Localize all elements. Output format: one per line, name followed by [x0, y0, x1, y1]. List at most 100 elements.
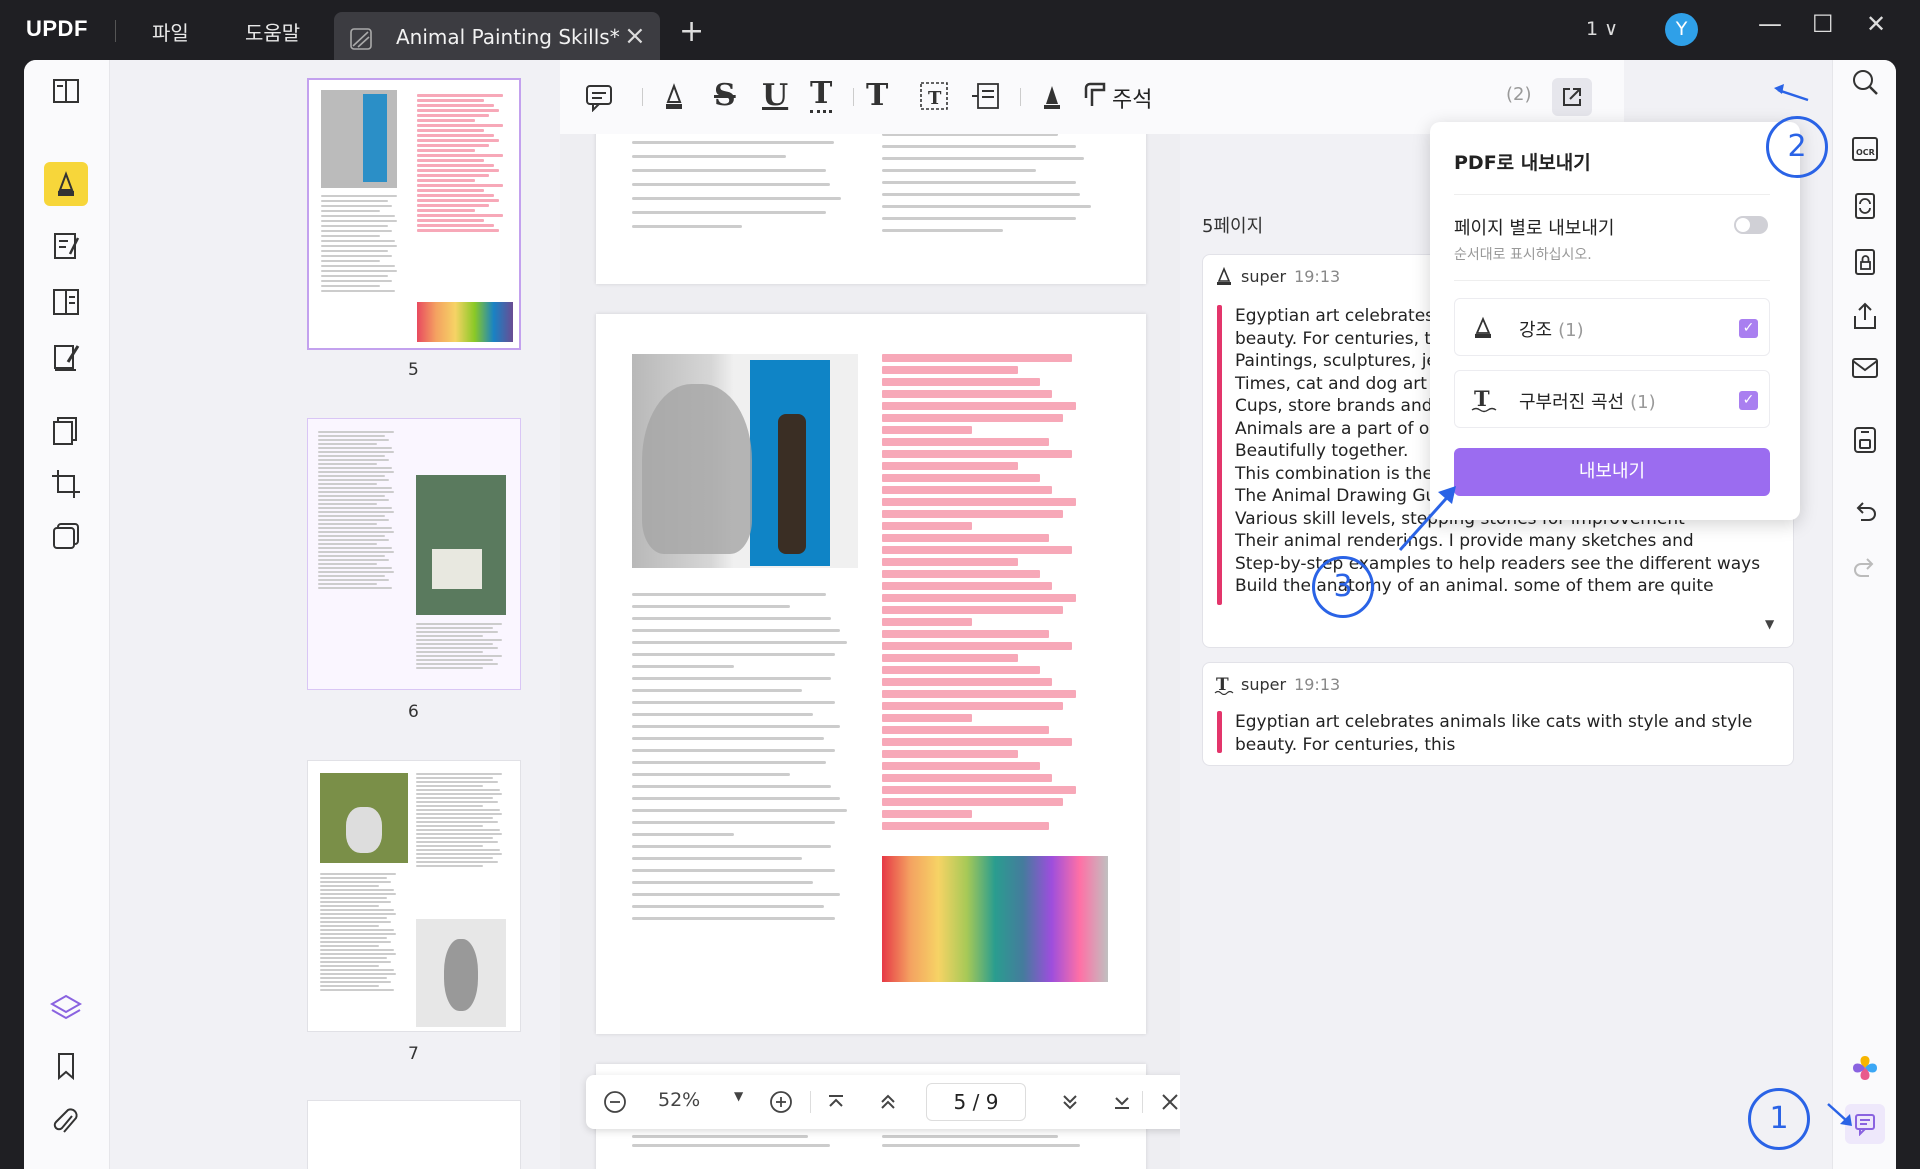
- highlighted-line: [417, 129, 485, 132]
- save-icon[interactable]: [1849, 424, 1881, 456]
- layers-icon[interactable]: [46, 988, 86, 1028]
- option-checkbox[interactable]: ✓: [1739, 319, 1758, 338]
- highlighted-line: [417, 174, 489, 177]
- text-line: [416, 793, 503, 795]
- text-line: [882, 193, 1080, 196]
- text-line: [416, 829, 501, 831]
- text-line: [416, 667, 484, 669]
- highlighted-line: [882, 642, 1072, 650]
- zoom-value[interactable]: 52%: [658, 1089, 700, 1111]
- crop-icon[interactable]: [46, 464, 86, 504]
- option-label: 강조: [1519, 320, 1553, 341]
- highlighted-line: [882, 798, 1063, 806]
- callout-arrow-2: [1774, 84, 1809, 102]
- reader-icon[interactable]: [46, 72, 86, 112]
- comment-count: (2): [1506, 84, 1532, 105]
- text-line: [321, 280, 393, 282]
- text-line: [632, 1144, 830, 1147]
- last-page-icon[interactable]: [1110, 1090, 1134, 1114]
- highlighted-line: [417, 119, 475, 122]
- strikethrough-icon[interactable]: S: [714, 78, 736, 113]
- eraser-icon[interactable]: [1082, 80, 1108, 112]
- protect-icon[interactable]: [1849, 246, 1881, 278]
- layers-copy-icon[interactable]: [46, 516, 86, 556]
- close-zoom-bar-icon[interactable]: [1158, 1090, 1182, 1114]
- menu-file[interactable]: 파일: [152, 17, 189, 46]
- textbox-icon[interactable]: T: [918, 80, 950, 112]
- text-line: [632, 785, 831, 788]
- zoom-out-icon[interactable]: [602, 1089, 628, 1115]
- previous-page-icon[interactable]: [876, 1090, 900, 1114]
- per-page-export-toggle[interactable]: [1734, 216, 1768, 234]
- text-line: [318, 495, 386, 497]
- popup-title: PDF로 내보내기: [1454, 152, 1591, 174]
- thumbnail-page-7[interactable]: [307, 760, 521, 1032]
- maximize-icon[interactable]: ☐: [1812, 10, 1834, 38]
- page-indicator[interactable]: 1 ∨: [1586, 18, 1618, 40]
- undo-icon[interactable]: [1849, 496, 1881, 528]
- highlight-tool-icon[interactable]: [658, 80, 690, 112]
- highlighted-line: [882, 366, 1018, 374]
- attachment-icon[interactable]: [46, 1102, 86, 1142]
- convert-icon[interactable]: [1849, 190, 1881, 222]
- window-close-icon[interactable]: ✕: [1866, 10, 1886, 38]
- ocr-icon[interactable]: OCR: [1849, 132, 1881, 164]
- text-icon[interactable]: T: [866, 78, 888, 113]
- bookmark-icon[interactable]: [46, 1046, 86, 1086]
- thumbnail-page-6[interactable]: [307, 418, 521, 690]
- option-label: 구부러진 곡선: [1519, 392, 1625, 413]
- form-icon[interactable]: [46, 282, 86, 322]
- zoom-dropdown-icon[interactable]: ▼: [734, 1089, 743, 1103]
- highlighted-line: [417, 164, 494, 167]
- avatar[interactable]: Y: [1665, 13, 1698, 46]
- document-tab[interactable]: Animal Painting Skills* ×: [334, 12, 660, 66]
- comment-card-squiggly[interactable]: T super 19:13 Egyptian art celebrates ani…: [1202, 662, 1794, 766]
- note-icon[interactable]: [584, 82, 614, 112]
- minimize-icon[interactable]: —: [1758, 10, 1782, 38]
- text-line: [321, 220, 397, 222]
- highlighted-line: [882, 762, 1041, 770]
- organize-pages-icon[interactable]: [46, 410, 86, 450]
- new-tab-icon[interactable]: +: [679, 14, 704, 49]
- email-icon[interactable]: [1849, 352, 1881, 384]
- text-line: [632, 905, 825, 908]
- option-checkbox[interactable]: ✓: [1739, 391, 1758, 410]
- option-highlight[interactable]: 강조 (1) ✓: [1454, 298, 1770, 356]
- first-page-icon[interactable]: [824, 1090, 848, 1114]
- squiggly-icon[interactable]: T: [810, 78, 833, 113]
- sign-icon[interactable]: [46, 336, 86, 376]
- page-number-field[interactable]: 5 / 9: [926, 1083, 1026, 1121]
- export-button[interactable]: 내보내기: [1454, 448, 1770, 496]
- next-page-icon[interactable]: [1058, 1090, 1082, 1114]
- text-line: [632, 605, 791, 608]
- menu-help[interactable]: 도움말: [245, 17, 300, 46]
- document-view[interactable]: [560, 134, 1180, 1169]
- ai-assistant-icon[interactable]: [1849, 1052, 1881, 1084]
- highlighted-line: [417, 169, 499, 172]
- zoom-in-icon[interactable]: [768, 1089, 794, 1115]
- highlighted-line: [417, 139, 499, 142]
- share-icon[interactable]: [1849, 300, 1881, 332]
- highlighted-line: [417, 159, 485, 162]
- thumbnail-page-5[interactable]: [307, 78, 521, 350]
- edit-pdf-icon[interactable]: [46, 226, 86, 266]
- expand-comment-icon[interactable]: ▼: [1765, 617, 1774, 631]
- pencil-icon[interactable]: [1036, 80, 1068, 112]
- tab-close-icon[interactable]: ×: [624, 21, 646, 51]
- redo-icon[interactable]: [1849, 552, 1881, 584]
- export-comments-button[interactable]: [1552, 78, 1592, 116]
- option-squiggly[interactable]: T 구부러진 곡선 (1) ✓: [1454, 370, 1770, 428]
- text-line: [318, 567, 392, 569]
- text-line: [632, 169, 826, 172]
- text-line: [632, 665, 734, 668]
- text-line: [632, 617, 831, 620]
- text-line: [416, 837, 493, 839]
- underline-icon[interactable]: U: [762, 78, 788, 113]
- text-line: [318, 587, 392, 589]
- text-line: [416, 821, 498, 823]
- highlighted-line: [882, 426, 973, 434]
- thumbnail-page-8[interactable]: [307, 1100, 521, 1169]
- text-callout-icon[interactable]: [970, 80, 1002, 112]
- search-icon[interactable]: [1849, 66, 1881, 98]
- highlighted-line: [417, 109, 499, 112]
